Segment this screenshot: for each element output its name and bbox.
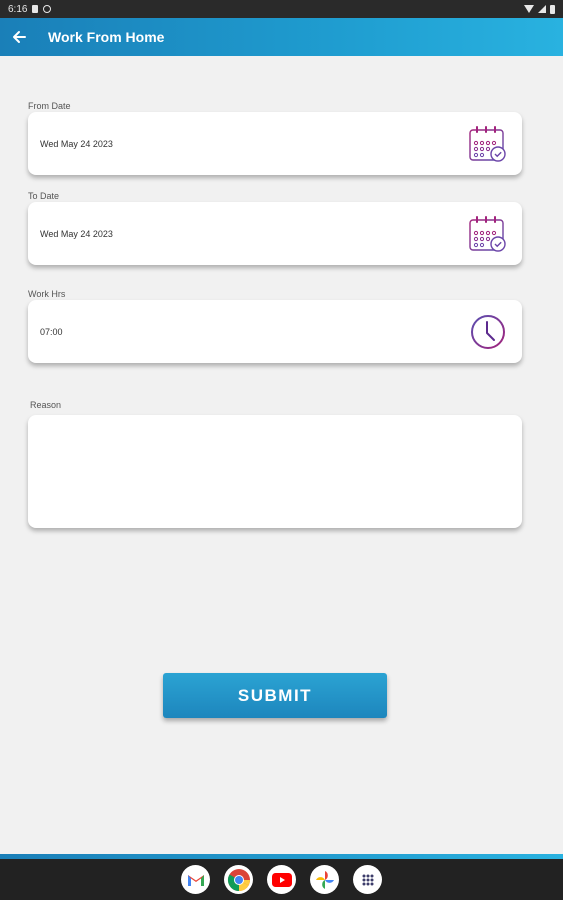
from-date-value: Wed May 24 2023 — [40, 138, 113, 149]
status-time: 6:16 — [8, 3, 28, 15]
page-title: Work From Home — [48, 29, 165, 45]
youtube-icon[interactable] — [267, 865, 296, 894]
reason-textarea[interactable] — [28, 415, 522, 528]
system-dock — [0, 859, 563, 900]
calendar-check-icon[interactable] — [468, 125, 508, 163]
status-bar: 6:16 — [0, 0, 563, 18]
wifi-icon — [524, 5, 534, 13]
signal-icon — [538, 5, 546, 13]
to-date-value: Wed May 24 2023 — [40, 228, 113, 239]
work-hrs-label: Work Hrs — [28, 289, 66, 299]
photos-icon[interactable] — [310, 865, 339, 894]
app-bar: Work From Home — [0, 18, 563, 56]
from-date-label: From Date — [28, 101, 71, 111]
to-date-label: To Date — [28, 191, 60, 201]
to-date-field[interactable]: Wed May 24 2023 — [28, 202, 522, 265]
clock-icon[interactable] — [470, 314, 506, 350]
notification-icon — [43, 5, 52, 13]
app-drawer-icon[interactable] — [353, 865, 382, 894]
calendar-check-icon[interactable] — [468, 215, 508, 253]
from-date-field[interactable]: Wed May 24 2023 — [28, 112, 522, 175]
work-hrs-field[interactable]: 07:00 — [28, 300, 522, 363]
submit-button[interactable]: SUBMIT — [163, 673, 387, 718]
sim-card-icon — [32, 5, 39, 13]
battery-icon — [550, 4, 555, 14]
arrow-left-icon — [13, 31, 26, 43]
reason-label: Reason — [30, 400, 62, 410]
chrome-icon[interactable] — [224, 865, 253, 894]
work-hrs-value: 07:00 — [40, 326, 63, 337]
back-button[interactable] — [0, 18, 38, 56]
gmail-icon[interactable] — [181, 865, 210, 894]
